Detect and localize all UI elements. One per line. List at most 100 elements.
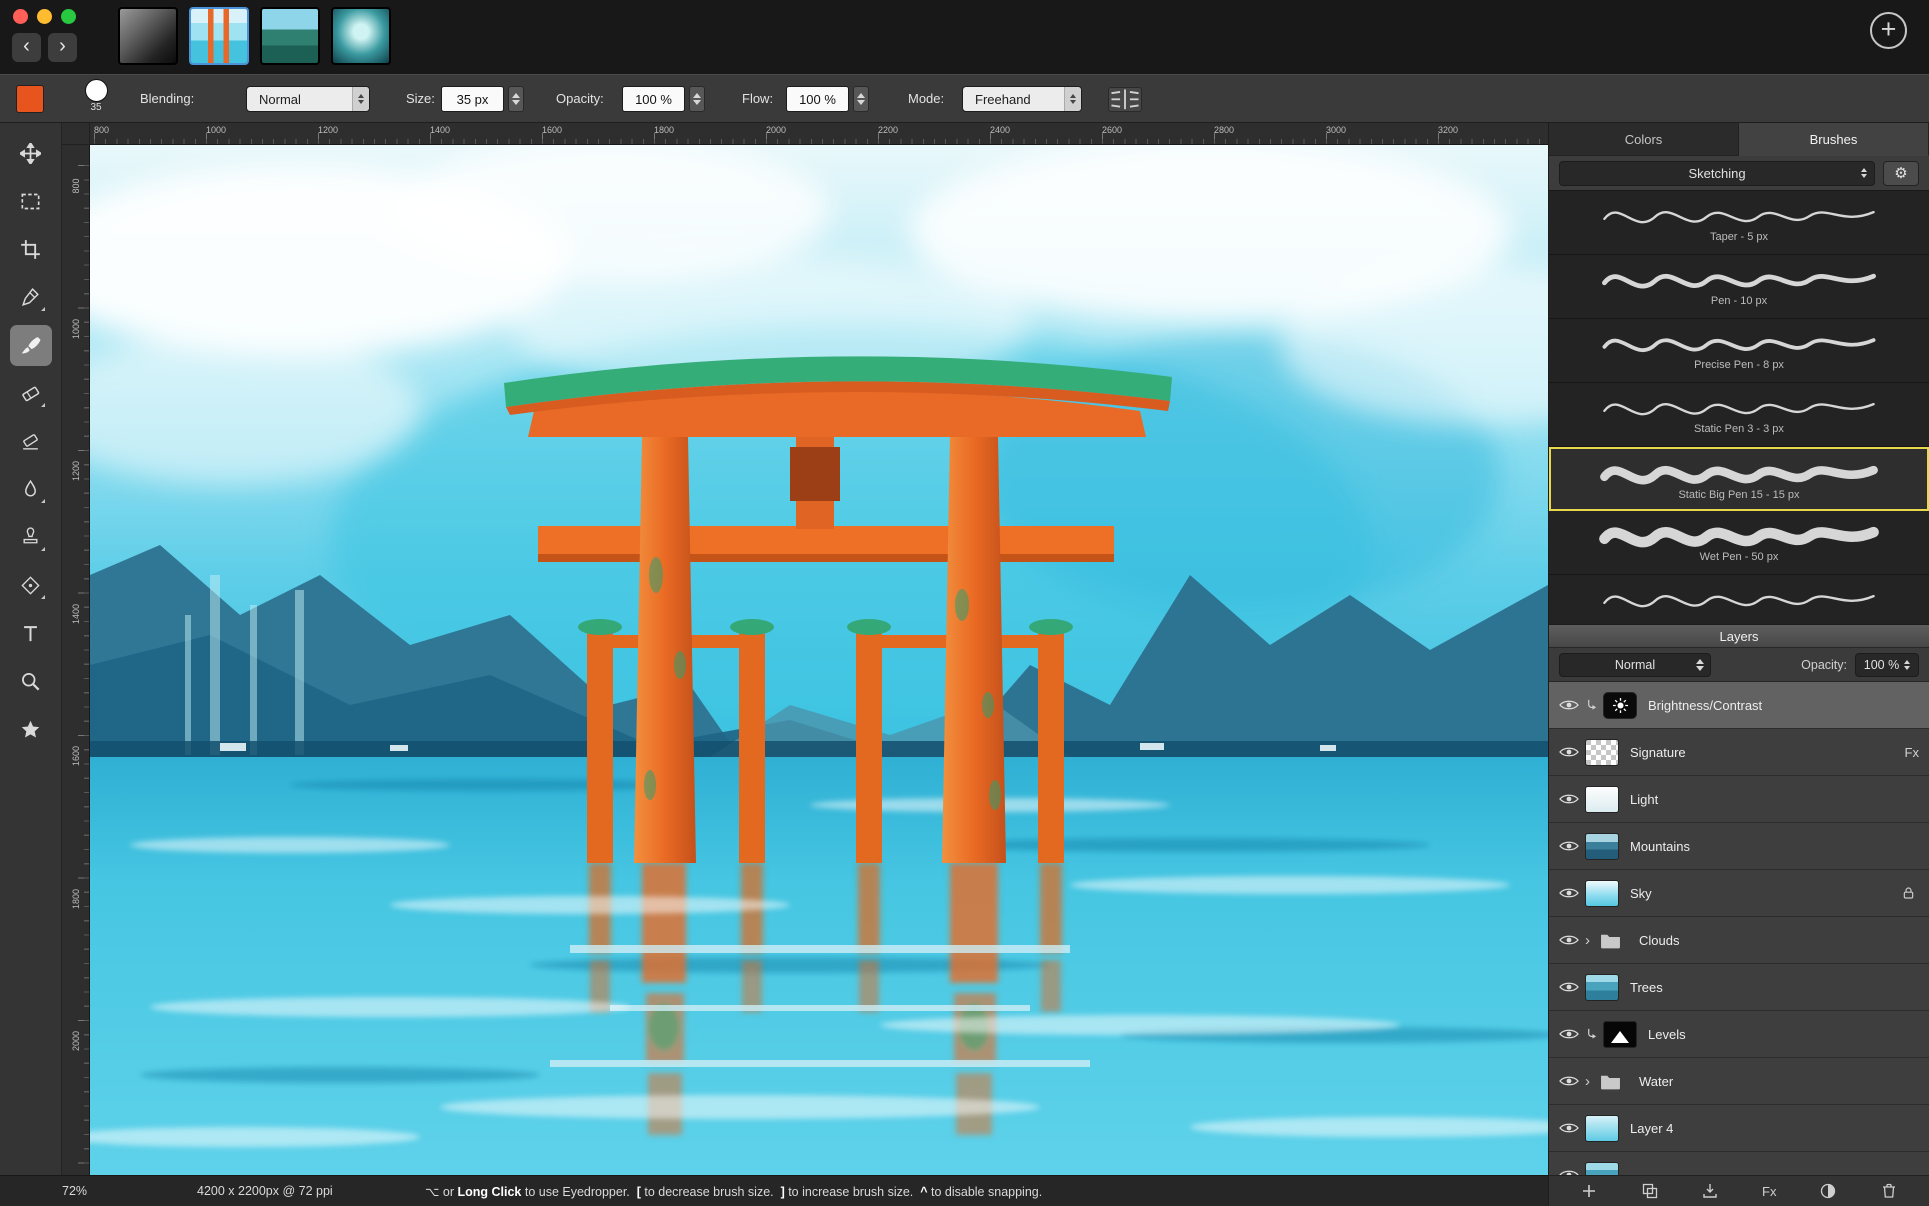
brush-item[interactable]: Pen - 10 px <box>1549 255 1929 319</box>
adjustment-icon[interactable] <box>1819 1182 1837 1200</box>
smudge-tool[interactable] <box>10 469 52 510</box>
layer-thumbnail <box>1585 739 1619 766</box>
fx-badge[interactable]: Fx <box>1905 745 1919 760</box>
brush-item[interactable]: Static Pen 3 - 3 px <box>1549 383 1929 447</box>
brush-category-value: Sketching <box>1688 166 1745 181</box>
dropdown-stepper-icon[interactable] <box>352 87 369 111</box>
zoom-level: 72% <box>62 1184 87 1198</box>
import-content-icon[interactable] <box>1701 1182 1719 1200</box>
layer-row[interactable]: › Water <box>1549 1058 1929 1105</box>
visibility-eye-icon[interactable] <box>1559 1028 1585 1040</box>
lock-icon[interactable] <box>1901 885 1919 901</box>
document-thumbnail[interactable] <box>118 7 178 65</box>
layer-row[interactable]: › Brightness/Contrast <box>1549 682 1929 729</box>
size-field[interactable]: 35 px <box>441 86 504 112</box>
opacity-stepper[interactable] <box>689 86 705 112</box>
opacity-field[interactable]: 100 % <box>622 86 685 112</box>
document-thumbnail[interactable] <box>189 7 249 65</box>
marquee-select-tool[interactable] <box>10 181 52 222</box>
brush-tip-circle <box>85 79 108 102</box>
panel-tab[interactable]: Colors <box>1549 123 1739 156</box>
paint-brush-tool[interactable] <box>10 325 52 366</box>
flow-stepper[interactable] <box>853 86 869 112</box>
traffic-light-button[interactable] <box>37 9 52 24</box>
flow-field[interactable]: 100 % <box>786 86 849 112</box>
brush-item[interactable]: Wet Pen - 50 px <box>1549 511 1929 575</box>
color-swatch[interactable] <box>16 85 44 113</box>
add-layer-icon[interactable] <box>1580 1182 1598 1200</box>
visibility-eye-icon[interactable] <box>1559 840 1585 852</box>
shape-tool[interactable] <box>10 565 52 606</box>
brush-category-row: Sketching ⚙ <box>1549 156 1929 190</box>
dropdown-stepper-icon[interactable] <box>1064 87 1081 111</box>
visibility-eye-icon[interactable] <box>1559 981 1585 993</box>
expand-arrow-icon[interactable]: › <box>1585 1073 1600 1090</box>
layer-row[interactable]: › Layer 4 <box>1549 1105 1929 1152</box>
visibility-eye-icon[interactable] <box>1559 887 1585 899</box>
forward-button[interactable]: › <box>48 33 77 62</box>
delete-layer-icon[interactable] <box>1880 1182 1898 1200</box>
ruler-horizontal[interactable]: 8001000120014001600180020002200240026002… <box>90 123 1548 145</box>
layer-row[interactable]: › Mountains <box>1549 823 1929 870</box>
traffic-light-button[interactable] <box>13 9 28 24</box>
layer-effects-button[interactable]: Fx <box>1762 1184 1776 1199</box>
expand-arrow-icon[interactable]: › <box>1585 932 1600 949</box>
layer-row[interactable]: › Trees <box>1549 964 1929 1011</box>
symmetry-icon[interactable] <box>1108 87 1142 112</box>
brush-label: Taper - 5 px <box>1710 231 1768 243</box>
layer-row[interactable]: › <box>1549 1152 1929 1175</box>
canvas[interactable] <box>90 145 1548 1175</box>
mode-label: Mode: <box>908 91 944 106</box>
new-document-button[interactable]: + <box>1870 12 1907 49</box>
favorites-star[interactable] <box>10 709 52 750</box>
visibility-eye-icon[interactable] <box>1559 699 1585 711</box>
visibility-eye-icon[interactable] <box>1559 1075 1585 1087</box>
group-layers-icon[interactable] <box>1641 1182 1659 1200</box>
brush-item[interactable]: Taper - 5 px <box>1549 191 1929 255</box>
photo-editor-window: ‹ › + <box>0 0 1929 1206</box>
visibility-eye-icon[interactable] <box>1559 1122 1585 1134</box>
layer-thumbnail <box>1585 1162 1619 1176</box>
layer-row[interactable]: › Levels <box>1549 1011 1929 1058</box>
brush-item[interactable] <box>1549 575 1929 624</box>
zoom-tool[interactable] <box>10 661 52 702</box>
crop-tool[interactable] <box>10 229 52 270</box>
back-button[interactable]: ‹ <box>12 33 41 62</box>
brush-settings-button[interactable]: ⚙ <box>1883 161 1919 186</box>
blending-dropdown[interactable]: Normal <box>246 86 370 112</box>
brush-item[interactable]: Static Big Pen 15 - 15 px <box>1549 447 1929 511</box>
pen-tool[interactable] <box>10 277 52 318</box>
text-tool[interactable] <box>10 613 52 654</box>
layer-row[interactable]: › Clouds <box>1549 917 1929 964</box>
layer-blend-value: Normal <box>1615 658 1655 672</box>
brush-category-dropdown[interactable]: Sketching <box>1559 161 1875 186</box>
layer-thumbnail <box>1585 974 1619 1001</box>
layer-row[interactable]: › Light <box>1549 776 1929 823</box>
ruler-vertical[interactable]: 800100012001400160018002000 <box>62 145 90 1175</box>
ruler-label: 1000 <box>206 123 318 144</box>
layer-opacity-field[interactable]: 100 % <box>1855 653 1919 677</box>
layer-row[interactable]: › Signature Fx <box>1549 729 1929 776</box>
layer-thumbnail <box>1585 880 1619 907</box>
brush-item[interactable]: Precise Pen - 8 px <box>1549 319 1929 383</box>
visibility-eye-icon[interactable] <box>1559 934 1585 946</box>
size-stepper[interactable] <box>508 86 524 112</box>
document-thumbnail-image <box>333 9 389 63</box>
ruler-label: 800 <box>71 178 81 193</box>
document-thumbnail[interactable] <box>260 7 320 65</box>
move-tool[interactable] <box>10 133 52 174</box>
layer-row[interactable]: › Sky <box>1549 870 1929 917</box>
clone-stamp-tool[interactable] <box>10 517 52 558</box>
mode-dropdown[interactable]: Freehand <box>962 86 1082 112</box>
traffic-light-button[interactable] <box>61 9 76 24</box>
panel-tab[interactable]: Brushes <box>1739 123 1929 156</box>
size-label: Size: <box>406 91 435 106</box>
layer-thumbnail <box>1603 1021 1637 1048</box>
visibility-eye-icon[interactable] <box>1559 793 1585 805</box>
status-hint: ⌥ or Long Click to use Eyedropper. [ to … <box>425 1184 1042 1199</box>
eraser-tool[interactable] <box>10 373 52 414</box>
document-thumbnail[interactable] <box>331 7 391 65</box>
visibility-eye-icon[interactable] <box>1559 746 1585 758</box>
layer-blend-dropdown[interactable]: Normal <box>1559 653 1711 677</box>
background-eraser-tool[interactable] <box>10 421 52 462</box>
